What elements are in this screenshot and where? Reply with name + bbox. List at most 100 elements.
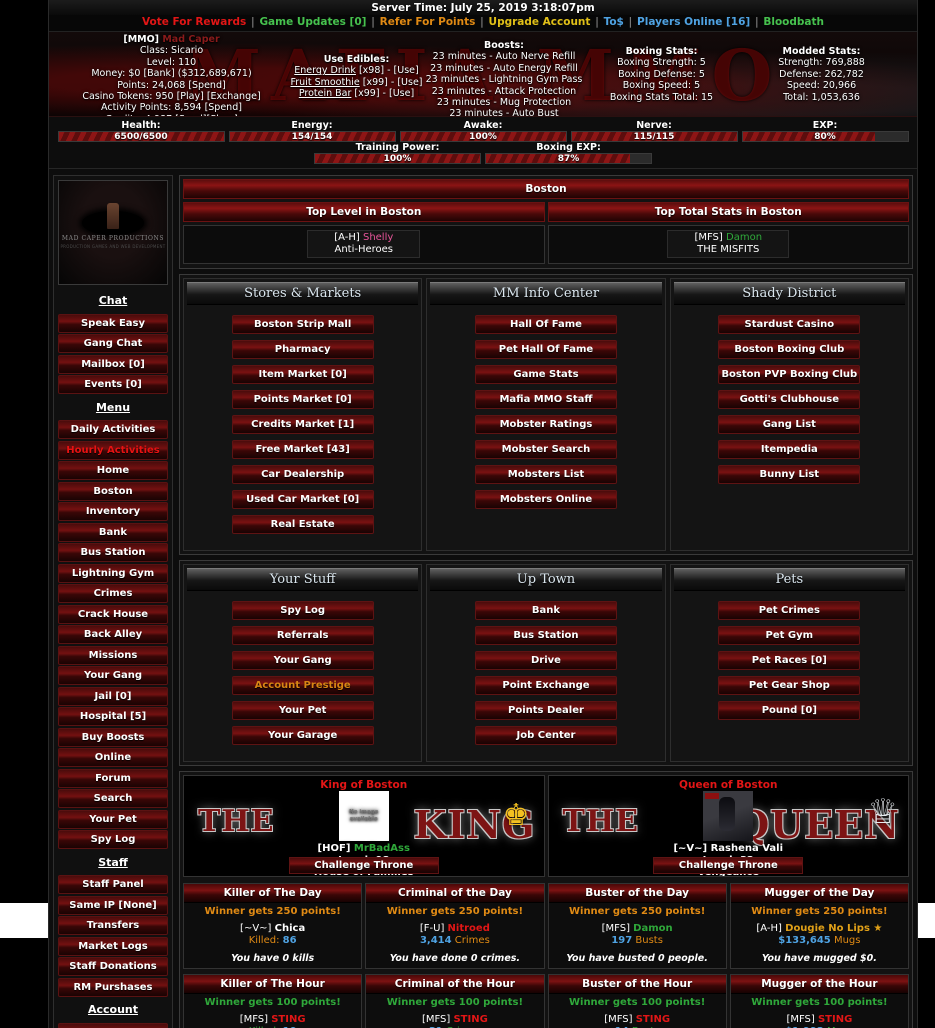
edible-name[interactable]: Fruit Smoothie [290,77,359,88]
sidebar-item-search[interactable]: Search [58,789,168,808]
sidebar-item-speak-easy[interactable]: Speak Easy [58,313,168,333]
sidebar-item-staff-panel[interactable]: Staff Panel [58,875,168,894]
award-winner[interactable]: [F-U] Nitroed 3,414 Crimes [366,919,543,949]
top-level-winner-card[interactable]: [A-H] Shelly Anti-Heroes [307,230,421,258]
top-link-vote-for-rewards[interactable]: Vote For Rewards [141,16,247,28]
sidebar-item-bus-station[interactable]: Bus Station [58,543,168,562]
district-link-gotti-s-clubhouse[interactable]: Gotti's Clubhouse [718,390,861,409]
top-link-upgrade-account[interactable]: Upgrade Account [488,16,592,28]
district-link-referrals[interactable]: Referrals [231,626,374,645]
district-link-your-pet[interactable]: Your Pet [231,701,374,720]
sidebar-item-inventory[interactable]: Inventory [58,502,168,521]
award-winner[interactable]: [MFS] STING31 Crimes [366,1010,543,1028]
district-link-points-dealer[interactable]: Points Dealer [474,701,617,720]
award-stat-value: 86 [282,935,297,946]
district-link-your-garage[interactable]: Your Garage [231,726,374,745]
sidebar-item-your-pet[interactable]: Your Pet [58,809,168,829]
district-link-used-car-market-0[interactable]: Used Car Market [0] [231,490,374,509]
district-link-boston-strip-mall[interactable]: Boston Strip Mall [231,315,374,334]
district-link-pet-crimes[interactable]: Pet Crimes [718,601,861,620]
sidebar-account-item[interactable] [58,1022,168,1028]
sidebar-item-staff-donations[interactable]: Staff Donations [58,957,168,976]
sidebar-item-rm-purshases[interactable]: RM Purshases [58,977,168,997]
district-column-title: Your Stuff [187,568,419,591]
district-link-mafia-mmo-staff[interactable]: Mafia MMO Staff [474,390,617,409]
district-link-job-center[interactable]: Job Center [474,726,617,745]
district-link-bunny-list[interactable]: Bunny List [718,465,861,484]
sidebar-item-home[interactable]: Home [58,461,168,480]
district-link-points-market-0[interactable]: Points Market [0] [231,390,374,409]
district-link-mobster-ratings[interactable]: Mobster Ratings [474,415,617,434]
sidebar-item-crack-house[interactable]: Crack House [58,604,168,624]
sidebar-item-jail-0[interactable]: Jail [0] [58,686,168,706]
district-link-item-market-0[interactable]: Item Market [0] [231,365,374,384]
district-link-your-gang[interactable]: Your Gang [231,651,374,670]
award-winner[interactable]: [MFS] STING14 Busts [549,1010,726,1028]
district-link-spy-log[interactable]: Spy Log [231,601,374,620]
district-link-car-dealership[interactable]: Car Dealership [231,465,374,484]
district-link-itempedia[interactable]: Itempedia [718,440,861,459]
top-stats-winner-card[interactable]: [MFS] Damon THE MISFITS [667,230,790,258]
sidebar-item-spy-log[interactable]: Spy Log [58,830,168,849]
sidebar-item-buy-boosts[interactable]: Buy Boosts [58,727,168,747]
district-link-game-stats[interactable]: Game Stats [474,365,617,384]
sidebar-item-crimes[interactable]: Crimes [58,584,168,603]
top-link-players-online-16[interactable]: Players Online [16] [636,16,751,28]
district-link-pet-races-0[interactable]: Pet Races [0] [718,651,861,670]
top-link-refer-for-points[interactable]: Refer For Points [379,16,477,28]
sidebar-item-online[interactable]: Online [58,748,168,767]
sidebar-item-mailbox-0[interactable]: Mailbox [0] [58,354,168,374]
district-link-mobsters-list[interactable]: Mobsters List [474,465,617,484]
district-link-bank[interactable]: Bank [474,601,617,620]
top-link-bloodbath[interactable]: Bloodbath [762,16,825,28]
sidebar-item-events-0[interactable]: Events [0] [58,375,168,394]
district-link-pet-gear-shop[interactable]: Pet Gear Shop [718,676,861,695]
award-footer: You have busted 0 people. [566,953,708,964]
sidebar-item-bank[interactable]: Bank [58,522,168,542]
sidebar-item-hospital-5[interactable]: Hospital [5] [58,707,168,726]
district-link-credits-market-1[interactable]: Credits Market [1] [231,415,374,434]
district-link-pet-hall-of-fame[interactable]: Pet Hall Of Fame [474,340,617,359]
award-winner[interactable]: [A-H] Dougie No Lips ★ $133,645 Mugs [731,919,908,949]
top-link-to[interactable]: To$ [603,16,625,28]
sidebar-item-daily-activities[interactable]: Daily Activities [58,420,168,439]
district-link-pet-gym[interactable]: Pet Gym [718,626,861,645]
district-link-mobsters-online[interactable]: Mobsters Online [474,490,617,509]
award-winner[interactable]: [MFS] Damon 197 Busts [549,919,726,949]
award-winner[interactable]: [~V~] Chica Killed: 86 [184,919,361,949]
district-link-mobster-search[interactable]: Mobster Search [474,440,617,459]
award-footer: You have mugged $0. [761,953,877,964]
sidebar-item-same-ip-none[interactable]: Same IP [None] [58,895,168,915]
district-link-point-exchange[interactable]: Point Exchange [474,676,617,695]
district-link-boston-boxing-club[interactable]: Boston Boxing Club [718,340,861,359]
challenge-throne-button[interactable]: Challenge Throne [288,857,439,874]
challenge-throne-button[interactable]: Challenge Throne [653,857,804,874]
sidebar-item-lightning-gym[interactable]: Lightning Gym [58,563,168,583]
edible-name[interactable]: Energy Drink [294,65,356,76]
district-link-pharmacy[interactable]: Pharmacy [231,340,374,359]
sidebar-item-market-logs[interactable]: Market Logs [58,936,168,956]
district-panel-row-1: Stores & Markets Boston Strip Mall Pharmac… [179,274,913,555]
top-link-game-updates-0[interactable]: Game Updates [0] [258,16,367,28]
sidebar-item-your-gang[interactable]: Your Gang [58,666,168,685]
district-link-free-market-43[interactable]: Free Market [43] [231,440,374,459]
district-link-bus-station[interactable]: Bus Station [474,626,617,645]
district-link-real-estate[interactable]: Real Estate [231,515,374,534]
district-link-boston-pvp-boxing-club[interactable]: Boston PVP Boxing Club [718,365,861,384]
sidebar-item-gang-chat[interactable]: Gang Chat [58,334,168,353]
district-link-stardust-casino[interactable]: Stardust Casino [718,315,861,334]
award-winner[interactable]: [MFS] STINGKilled: 10 [184,1010,361,1028]
award-winner[interactable]: [MFS] STING$1,992 Mugs [731,1010,908,1028]
sidebar-item-missions[interactable]: Missions [58,645,168,665]
district-link-hall-of-fame[interactable]: Hall Of Fame [474,315,617,334]
district-link-pound-0[interactable]: Pound [0] [718,701,861,720]
sidebar-item-transfers[interactable]: Transfers [58,916,168,935]
edible-name[interactable]: Protein Bar [299,88,352,99]
sidebar-item-boston[interactable]: Boston [58,481,168,501]
sidebar-item-back-alley[interactable]: Back Alley [58,625,168,644]
sidebar-item-forum[interactable]: Forum [58,768,168,788]
district-link-drive[interactable]: Drive [474,651,617,670]
sidebar-item-hourly-activities[interactable]: Hourly Activities [58,440,168,460]
district-link-gang-list[interactable]: Gang List [718,415,861,434]
district-link-account-prestige[interactable]: Account Prestige [231,676,374,695]
